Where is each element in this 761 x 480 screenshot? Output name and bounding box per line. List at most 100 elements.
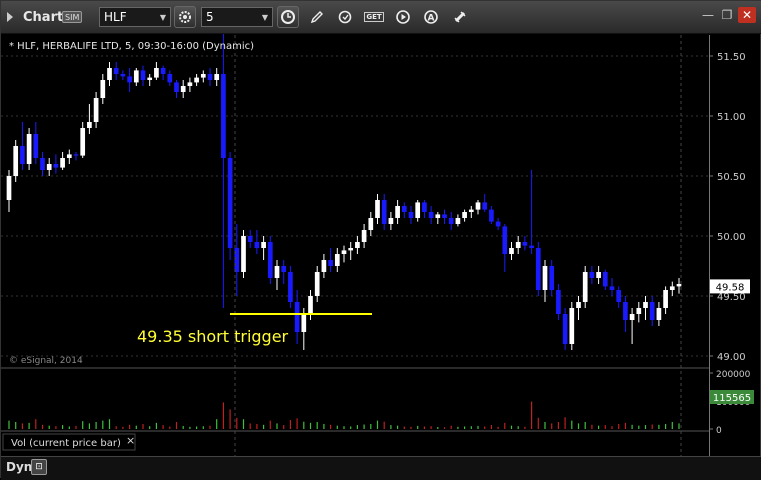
- candle-body: [113, 68, 119, 74]
- candle-body: [140, 70, 146, 80]
- candle-body: [241, 236, 246, 272]
- volume-bar: [75, 425, 77, 429]
- price-axis-line: [709, 35, 710, 456]
- link-icon[interactable]: [450, 7, 470, 27]
- volume-bar: [155, 422, 157, 429]
- candle-body: [46, 164, 52, 170]
- volume-bar: [450, 425, 452, 429]
- candle-body: [53, 164, 59, 168]
- candle-body: [609, 286, 615, 290]
- volume-bar: [437, 427, 439, 429]
- candle-body: [368, 218, 374, 230]
- volume-bar: [537, 417, 539, 429]
- candle-body: [455, 218, 461, 224]
- candle-body: [66, 154, 72, 158]
- volume-bar: [108, 419, 111, 429]
- toolbar: Chart SIM HLF ▼ 5 ▼ GET A — ❐ ✕: [1, 1, 761, 34]
- candle-body: [589, 272, 595, 278]
- volume-bar: [651, 424, 653, 429]
- alert-icon[interactable]: A: [421, 7, 441, 27]
- candle-body: [194, 77, 199, 83]
- candle-body: [656, 308, 662, 320]
- volume-bar: [671, 422, 673, 429]
- volume-bar: [102, 420, 104, 429]
- volume-bar: [336, 425, 338, 429]
- symbol-combobox[interactable]: HLF ▼: [99, 7, 171, 27]
- candle-body: [221, 74, 226, 158]
- restore-button[interactable]: ❐: [718, 7, 736, 23]
- candle-body: [13, 146, 19, 176]
- volume-bar: [28, 422, 30, 429]
- candle-body: [120, 74, 126, 77]
- pencil-icon[interactable]: [307, 7, 327, 27]
- volume-bar: [403, 426, 405, 429]
- volume-bar: [142, 423, 144, 429]
- candle-body: [475, 202, 481, 210]
- volume-bar: [464, 426, 466, 429]
- volume-bar: [397, 425, 399, 429]
- play-icon[interactable]: [393, 7, 413, 27]
- candle-body: [207, 74, 213, 80]
- candle-body: [442, 214, 447, 218]
- volume-bar: [296, 418, 298, 429]
- volume-bar: [604, 425, 606, 429]
- close-icon[interactable]: ×: [126, 434, 135, 447]
- candle-body: [227, 158, 233, 248]
- clock-icon[interactable]: [277, 6, 299, 28]
- volume-bar: [55, 426, 57, 429]
- candle-body: [468, 209, 474, 212]
- lock-icon[interactable]: ⊡: [31, 459, 47, 475]
- volume-bar: [658, 424, 660, 429]
- volume-bar: [591, 424, 593, 429]
- candle-body: [435, 214, 441, 218]
- price-tick-label: 51.00: [717, 112, 746, 123]
- candle-body: [73, 154, 79, 156]
- candle-body: [422, 202, 427, 212]
- volume-bar: [289, 420, 291, 429]
- volume-bar: [256, 423, 258, 429]
- chart-plot[interactable]: 51.5051.0050.5050.0049.5049.00 200000100…: [1, 34, 761, 479]
- volume-header: Vol (current price bar) ×: [2, 433, 136, 451]
- volume-bar: [510, 425, 513, 429]
- volume-bar: [276, 423, 278, 429]
- candle-body: [261, 242, 266, 248]
- volume-bar: [283, 425, 285, 429]
- volume-bar: [175, 422, 178, 429]
- volume-bar: [15, 422, 17, 429]
- interval-combobox[interactable]: 5 ▼: [201, 7, 273, 27]
- price-candles: [6, 34, 682, 350]
- refresh-icon[interactable]: [335, 7, 355, 27]
- close-button[interactable]: ✕: [738, 7, 756, 23]
- volume-bar: [618, 423, 620, 429]
- candle-body: [321, 260, 327, 272]
- collapse-arrow-icon[interactable]: [5, 10, 15, 24]
- volume-bar: [269, 420, 271, 429]
- candle-body: [669, 286, 675, 290]
- volume-bar: [129, 424, 131, 429]
- candle-body: [515, 242, 521, 248]
- volume-bar: [216, 419, 218, 429]
- volume-bar: [236, 417, 238, 429]
- volume-bar: [584, 422, 586, 429]
- gear-icon[interactable]: [174, 6, 196, 28]
- get-icon[interactable]: GET: [364, 7, 384, 27]
- candle-body: [167, 74, 173, 83]
- candle-body: [663, 290, 668, 308]
- candle-body: [80, 128, 86, 156]
- volume-bar: [350, 426, 352, 429]
- volume-bar: [524, 426, 526, 429]
- volume-bar: [624, 422, 626, 429]
- candle-body: [509, 248, 514, 254]
- candle-body: [267, 242, 273, 278]
- volume-bar: [490, 425, 492, 429]
- volume-bar: [644, 425, 647, 429]
- candle-body: [388, 218, 394, 224]
- candle-body: [562, 314, 568, 344]
- volume-bar: [564, 417, 566, 429]
- volume-bar: [497, 426, 499, 429]
- volume-bar: [383, 421, 385, 429]
- minimize-button[interactable]: —: [699, 7, 717, 23]
- candle-body: [328, 260, 333, 266]
- candle-body: [187, 82, 193, 86]
- volume-bar: [430, 426, 432, 429]
